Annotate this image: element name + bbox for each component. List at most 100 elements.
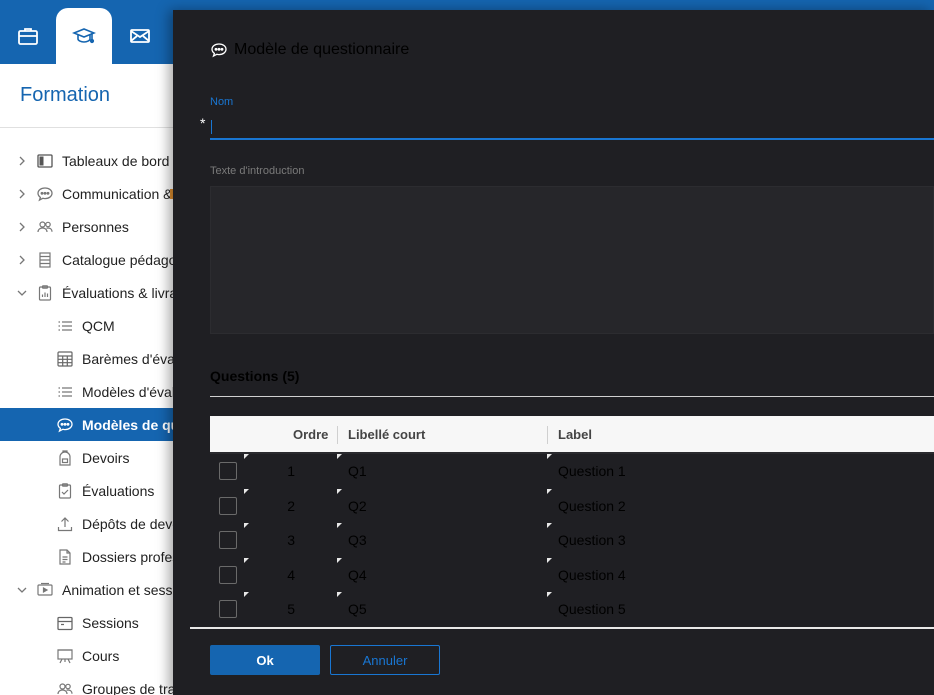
chevron-right-icon[interactable] xyxy=(16,254,28,266)
table-row[interactable]: 5 Q5 Question 5 xyxy=(210,592,934,627)
envelope-icon xyxy=(130,29,150,43)
row-checkbox[interactable] xyxy=(219,600,237,618)
table-row[interactable]: 4 Q4 Question 4 xyxy=(210,557,934,593)
column-header-label[interactable]: Label xyxy=(558,427,592,442)
row-checkbox[interactable] xyxy=(219,462,237,480)
calculator-icon xyxy=(56,350,74,368)
sidebar-item-label: Barèmes d'éval xyxy=(82,350,175,367)
nom-input[interactable] xyxy=(210,114,934,140)
chat-bubble-icon xyxy=(56,416,74,434)
chevron-right-icon[interactable] xyxy=(16,155,28,167)
people-icon xyxy=(56,680,74,695)
cell-order: 4 xyxy=(287,566,295,583)
edit-marker xyxy=(547,523,552,528)
sidebar-item-animation-sessions[interactable]: Animation et sessi xyxy=(0,573,175,606)
sidebar-item-label: Sessions xyxy=(82,614,139,631)
edit-marker xyxy=(337,523,342,528)
chat-bubble-icon xyxy=(211,43,227,58)
sidebar-item-label: Dépôts de devo xyxy=(82,515,175,532)
sidebar-item-label: Groupes de tra xyxy=(82,680,175,695)
sidebar-item-evaluations-livrables[interactable]: Évaluations & livra xyxy=(0,276,175,309)
edit-marker xyxy=(337,454,342,459)
tab-formation[interactable] xyxy=(56,8,112,64)
intro-textarea[interactable] xyxy=(210,186,934,334)
edit-marker xyxy=(244,454,249,459)
sidebar-item-modeles-questionnaire[interactable]: Modèles de que xyxy=(0,408,175,441)
edit-marker xyxy=(337,488,342,494)
cell-label: Question 5 xyxy=(558,601,626,617)
sidebar-item-label: Animation et sessi xyxy=(62,581,175,598)
sidebar-item-qcm[interactable]: QCM xyxy=(0,309,175,342)
sidebar-item-evaluations[interactable]: Évaluations xyxy=(0,474,175,507)
list-icon xyxy=(56,383,74,401)
module-title: Formation xyxy=(20,84,111,106)
cell-short-label: Q4 xyxy=(348,566,367,583)
tab-messages[interactable] xyxy=(112,8,168,64)
sidebar-item-catalogue[interactable]: Catalogue pédago xyxy=(0,243,175,276)
sidebar: Formation Tableaux de bord Communication… xyxy=(0,64,175,695)
cell-short-label: Q5 xyxy=(348,601,367,617)
upload-icon xyxy=(56,515,74,533)
grid-header: Ordre Libellé court Label xyxy=(210,416,934,454)
column-separator[interactable] xyxy=(337,426,338,444)
sidebar-item-modeles-evaluation[interactable]: Modèles d'éval xyxy=(0,375,175,408)
cell-label: Question 2 xyxy=(558,497,626,514)
intro-label: Texte d'introduction xyxy=(210,165,305,177)
edit-marker xyxy=(547,488,552,494)
table-row[interactable]: 2 Q2 Question 2 xyxy=(210,488,934,524)
sidebar-item-cours[interactable]: Cours xyxy=(0,639,175,672)
sidebar-item-label: Catalogue pédago xyxy=(62,251,175,268)
sidebar-item-label: Personnes xyxy=(62,218,129,235)
sidebar-item-devoirs[interactable]: Devoirs xyxy=(0,441,175,474)
edit-marker xyxy=(244,592,249,597)
cell-short-label: Q1 xyxy=(348,463,367,479)
table-row[interactable]: 1 Q1 Question 1 xyxy=(210,454,934,489)
column-header-order[interactable]: Ordre xyxy=(293,427,328,442)
row-checkbox[interactable] xyxy=(219,496,237,515)
cancel-button[interactable]: Annuler xyxy=(330,645,440,675)
sidebar-item-baremes[interactable]: Barèmes d'éval xyxy=(0,342,175,375)
cell-order: 5 xyxy=(287,601,295,617)
sidebar-item-sessions[interactable]: Sessions xyxy=(0,606,175,639)
cell-label: Question 1 xyxy=(558,463,626,479)
column-separator[interactable] xyxy=(547,426,548,444)
chevron-down-icon[interactable] xyxy=(16,287,28,299)
chevron-down-icon[interactable] xyxy=(16,584,28,596)
catalog-icon xyxy=(36,251,54,269)
presentation-icon xyxy=(36,581,54,599)
sidebar-divider xyxy=(0,127,175,128)
nom-label: Nom xyxy=(210,96,234,108)
sidebar-item-groupes-travail[interactable]: Groupes de tra xyxy=(0,672,175,695)
table-row[interactable]: 3 Q3 Question 3 xyxy=(210,523,934,558)
column-header-short-label[interactable]: Libellé court xyxy=(348,427,425,442)
sidebar-item-tableaux-de-bord[interactable]: Tableaux de bord xyxy=(0,144,175,177)
questions-grid: Ordre Libellé court Label 1 Q1 Question … xyxy=(210,416,934,627)
clipboard-chart-icon xyxy=(36,284,54,302)
sidebar-item-label: Modèles d'éval xyxy=(82,383,175,400)
chevron-right-icon[interactable] xyxy=(16,221,28,233)
sidebar-item-depots-devoirs[interactable]: Dépôts de devo xyxy=(0,507,175,540)
sidebar-item-label: Dossiers profes xyxy=(82,548,175,565)
sidebar-item-label: Devoirs xyxy=(82,449,130,466)
row-checkbox[interactable] xyxy=(219,565,237,584)
section-divider xyxy=(210,396,934,397)
chevron-right-icon[interactable] xyxy=(16,188,28,200)
document-icon xyxy=(56,548,74,566)
sidebar-item-communication[interactable]: Communication & xyxy=(0,177,175,210)
graduation-cap-icon xyxy=(72,28,96,44)
cell-order: 1 xyxy=(287,463,295,479)
chat-bubble-icon xyxy=(36,185,54,203)
dashboard-icon xyxy=(36,152,54,170)
row-checkbox[interactable] xyxy=(219,531,237,549)
sidebar-item-dossiers-professionnels[interactable]: Dossiers profes xyxy=(0,540,175,573)
required-marker: * xyxy=(200,115,206,131)
tab-briefcase[interactable] xyxy=(0,8,56,64)
edit-marker xyxy=(244,523,249,528)
sidebar-item-personnes[interactable]: Personnes xyxy=(0,210,175,243)
cell-label: Question 3 xyxy=(558,532,626,548)
sidebar-item-label: Évaluations & livra xyxy=(62,284,175,301)
ok-button[interactable]: Ok xyxy=(210,645,320,675)
sidebar-item-label: Cours xyxy=(82,647,120,664)
text-caret xyxy=(211,120,212,134)
edit-marker xyxy=(337,557,342,563)
